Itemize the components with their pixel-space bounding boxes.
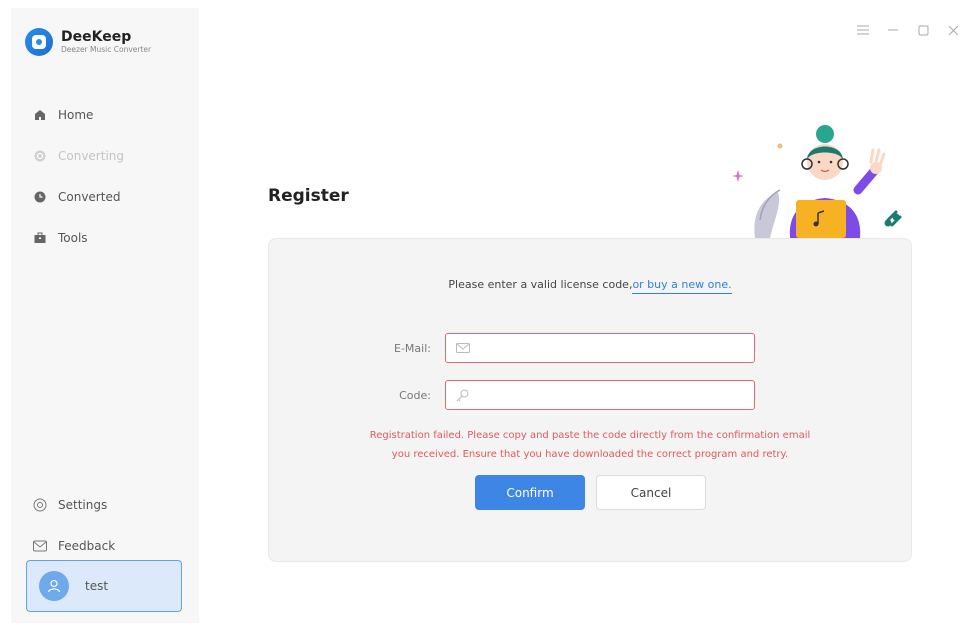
email-input-box	[445, 333, 755, 363]
license-prompt: Please enter a valid license code,or buy…	[269, 278, 911, 294]
brand: DeeKeep Deezer Music Converter	[25, 28, 151, 56]
email-field[interactable]	[470, 334, 754, 362]
minimize-icon[interactable]	[885, 22, 901, 38]
sidebar-item-converted[interactable]: Converted	[11, 176, 199, 217]
page-title: Register	[268, 186, 349, 206]
confirm-button[interactable]: Confirm	[475, 475, 585, 510]
prompt-text: Please enter a valid license code,	[448, 278, 633, 291]
sidebar-item-label: Feedback	[58, 538, 116, 553]
sidebar-item-label: Converted	[58, 189, 121, 204]
sidebar: DeeKeep Deezer Music Converter Home Conv…	[11, 8, 199, 623]
cancel-button[interactable]: Cancel	[596, 475, 706, 510]
converting-icon	[33, 149, 47, 163]
code-row: Code:	[269, 380, 755, 410]
user-account-card[interactable]: test	[26, 560, 182, 612]
key-icon	[456, 389, 469, 401]
sidebar-item-tools[interactable]: Tools	[11, 217, 199, 258]
register-illustration	[732, 125, 902, 238]
clock-icon	[33, 190, 47, 204]
sidebar-item-settings[interactable]: Settings	[11, 484, 199, 525]
sidebar-item-label: Home	[58, 107, 94, 122]
user-icon	[47, 579, 61, 593]
close-icon[interactable]	[945, 22, 961, 38]
home-icon	[33, 108, 47, 122]
code-input-box	[445, 380, 755, 410]
register-card: Please enter a valid license code,or buy…	[268, 238, 912, 562]
email-label: E-Mail:	[394, 341, 431, 355]
email-row: E-Mail:	[269, 333, 755, 363]
menu-icon[interactable]	[855, 22, 871, 38]
sidebar-bottom-nav: Settings Feedback	[11, 484, 199, 566]
window-controls	[855, 22, 961, 38]
buy-license-link[interactable]: or buy a new one.	[632, 278, 732, 294]
sidebar-item-converting[interactable]: Converting	[11, 135, 199, 176]
app-name: DeeKeep	[61, 29, 132, 45]
maximize-icon[interactable]	[915, 22, 931, 38]
code-label: Code:	[399, 388, 431, 402]
code-field[interactable]	[469, 381, 754, 409]
envelope-icon	[456, 343, 470, 353]
sidebar-item-label: Converting	[58, 148, 125, 163]
toolbox-icon	[33, 231, 47, 245]
app-subtitle: Deezer Music Converter	[61, 45, 152, 54]
sidebar-nav: Home Converting Converted Tools	[11, 94, 199, 258]
error-line-1: Registration failed. Please copy and pas…	[369, 430, 811, 441]
sidebar-item-label: Settings	[58, 497, 108, 512]
sidebar-item-home[interactable]: Home	[11, 94, 199, 135]
button-row: Confirm Cancel	[475, 475, 706, 510]
sidebar-item-label: Tools	[58, 230, 88, 245]
mail-icon	[33, 539, 47, 553]
settings-icon	[33, 498, 47, 512]
error-message: Registration failed. Please copy and pas…	[269, 426, 911, 464]
avatar	[39, 571, 69, 601]
user-name: test	[85, 579, 109, 593]
error-line-2: you received. Ensure that you have downl…	[391, 449, 789, 460]
app-logo-icon	[25, 28, 53, 56]
